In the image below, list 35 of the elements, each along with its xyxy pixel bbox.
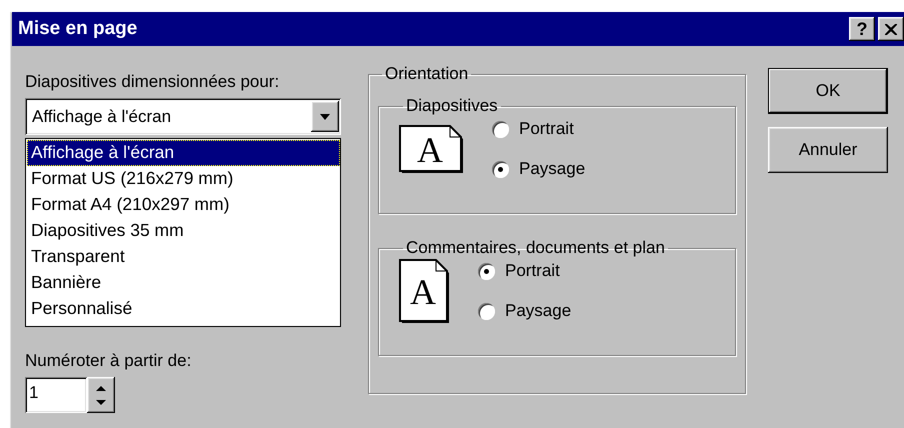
group-title: Orientation (384, 64, 470, 84)
ok-button[interactable]: OK (768, 68, 888, 114)
radio-label[interactable]: Paysage (505, 301, 572, 321)
dropdown[interactable]: Affichage à l'écran (25, 98, 341, 135)
dropdown-option[interactable]: Format A4 (210x297 mm) (27, 192, 340, 218)
radio-label[interactable]: Paysage (519, 159, 586, 179)
radio-label[interactable]: Portrait (505, 261, 560, 281)
radio-button[interactable] (492, 120, 509, 138)
window-title: Mise en page (18, 18, 138, 40)
dropdown-option[interactable]: Personnalisé (27, 296, 340, 322)
close-button[interactable] (878, 17, 904, 41)
dropdown-option[interactable]: Format US (216x279 mm) (27, 166, 340, 192)
radio-button[interactable] (478, 262, 495, 280)
radio-button[interactable] (492, 160, 509, 178)
radio-button[interactable] (478, 302, 495, 320)
field-label: Numéroter à partir de: (25, 351, 192, 371)
number-field[interactable]: 1 (25, 377, 87, 413)
close-icon (885, 24, 897, 34)
help-button[interactable]: ? (849, 17, 875, 41)
dropdown-option[interactable]: Affichage à l'écran (27, 140, 340, 166)
page-icon: A (399, 124, 464, 174)
dropdown-option[interactable]: Bannière (27, 270, 340, 296)
field-label: Diapositives dimensionnées pour: (25, 72, 280, 92)
radio-label[interactable]: Portrait (519, 119, 574, 139)
group-title: Commentaires, documents et plan (405, 238, 666, 258)
page-icon: A (399, 258, 450, 324)
up-arrow-icon (96, 386, 106, 390)
spin-button[interactable] (87, 377, 115, 413)
dropdown-arrow-button[interactable] (311, 101, 339, 132)
dropdown-option[interactable]: Diapositives 35 mm (27, 218, 340, 244)
dropdown-option[interactable]: Transparent (27, 244, 340, 270)
cancel-button[interactable]: Annuler (768, 127, 888, 173)
down-arrow-icon (96, 400, 106, 404)
group-title: Diapositives (405, 96, 499, 116)
caret-icon (320, 114, 330, 120)
